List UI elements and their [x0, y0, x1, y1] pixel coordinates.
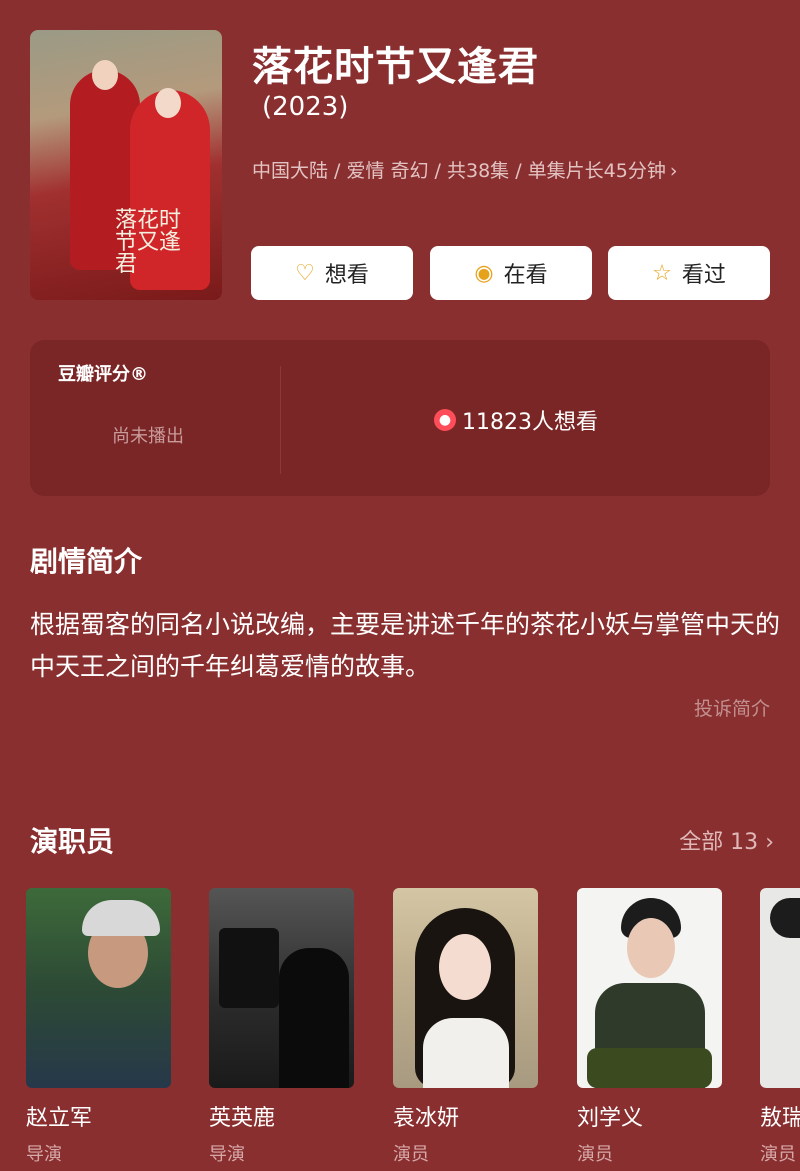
want-to-watch-label: 想看 — [324, 263, 369, 288]
photo-hair — [770, 898, 800, 938]
photo-chair — [587, 1048, 712, 1088]
rating-state: 尚未播出 — [112, 426, 184, 447]
cast-photo — [209, 888, 354, 1088]
watched-button[interactable]: ☆ 看过 — [608, 246, 770, 300]
photo-camera — [219, 928, 279, 1008]
cast-role: 导演 — [209, 1144, 245, 1165]
cast-heading: 演职员 — [30, 825, 115, 858]
cast-role: 演员 — [393, 1144, 429, 1165]
fire-icon: ● — [434, 409, 456, 431]
cast-name: 敖瑞 — [760, 1106, 800, 1131]
poster-image[interactable]: 落花时节又逢君 — [30, 30, 222, 300]
cast-photo — [393, 888, 538, 1088]
wish-count-text: 11823人想看 — [462, 410, 598, 435]
report-synopsis-link[interactable]: 投诉简介 — [694, 694, 770, 721]
cast-all-label: 全部 13 — [679, 830, 759, 855]
cast-role: 演员 — [760, 1144, 796, 1165]
rating-divider — [280, 366, 281, 474]
want-to-watch-button[interactable]: ♡ 想看 — [251, 246, 413, 300]
cast-member-card[interactable]: 袁冰妍 演员 — [393, 888, 538, 1166]
rating-card: 豆瓣评分® 尚未播出 ● 11823人想看 — [30, 340, 770, 496]
heart-plus-icon: ♡ — [295, 260, 315, 286]
chevron-right-icon: › — [765, 830, 774, 855]
release-year: (2023) — [262, 92, 349, 122]
cast-role: 演员 — [577, 1144, 613, 1165]
chevron-right-icon: › — [669, 160, 678, 182]
rating-label: 豆瓣评分® — [58, 364, 148, 385]
cast-name: 英英鹿 — [209, 1106, 276, 1131]
cast-name: 袁冰妍 — [393, 1106, 460, 1131]
cast-member-card[interactable]: 敖瑞 演员 — [760, 888, 800, 1166]
poster-calligraphy: 落花时节又逢君 — [115, 208, 182, 277]
cast-member-card[interactable]: 刘学义 演员 — [577, 888, 722, 1166]
show-meta-text: 中国大陆 / 爱情 奇幻 / 共38集 / 单集片长45分钟 — [252, 160, 666, 182]
poster-head-woman — [155, 88, 181, 118]
synopsis-heading: 剧情简介 — [30, 545, 143, 578]
page-title: 落花时节又逢君 — [252, 44, 539, 90]
cast-name: 赵立军 — [26, 1106, 93, 1131]
watching-button[interactable]: ◉ 在看 — [430, 246, 592, 300]
wish-count[interactable]: ● 11823人想看 — [434, 404, 598, 436]
cast-role: 导演 — [26, 1144, 62, 1165]
show-meta-link[interactable]: 中国大陆 / 爱情 奇幻 / 共38集 / 单集片长45分钟 › — [252, 156, 677, 183]
cast-member-card[interactable]: 赵立军 导演 — [26, 888, 171, 1166]
cast-member-card[interactable]: 英英鹿 导演 — [209, 888, 354, 1166]
cast-photo — [577, 888, 722, 1088]
photo-face — [439, 934, 491, 1000]
cast-name: 刘学义 — [577, 1106, 644, 1131]
watched-label: 看过 — [681, 263, 726, 288]
cast-photo — [760, 888, 800, 1088]
cast-all-link[interactable]: 全部 13 › — [679, 824, 774, 856]
photo-face — [627, 918, 675, 978]
photo-shirt — [423, 1018, 509, 1088]
watching-label: 在看 — [503, 263, 548, 288]
cast-photo — [26, 888, 171, 1088]
photo-hair — [279, 948, 349, 1088]
synopsis-text: 根据蜀客的同名小说改编，主要是讲述千年的茶花小妖与掌管中天的中天王之间的千年纠葛… — [30, 610, 781, 681]
target-icon: ◉ — [474, 260, 494, 286]
star-icon: ☆ — [652, 260, 672, 286]
photo-cap — [82, 900, 160, 936]
poster-head-man — [92, 60, 118, 90]
